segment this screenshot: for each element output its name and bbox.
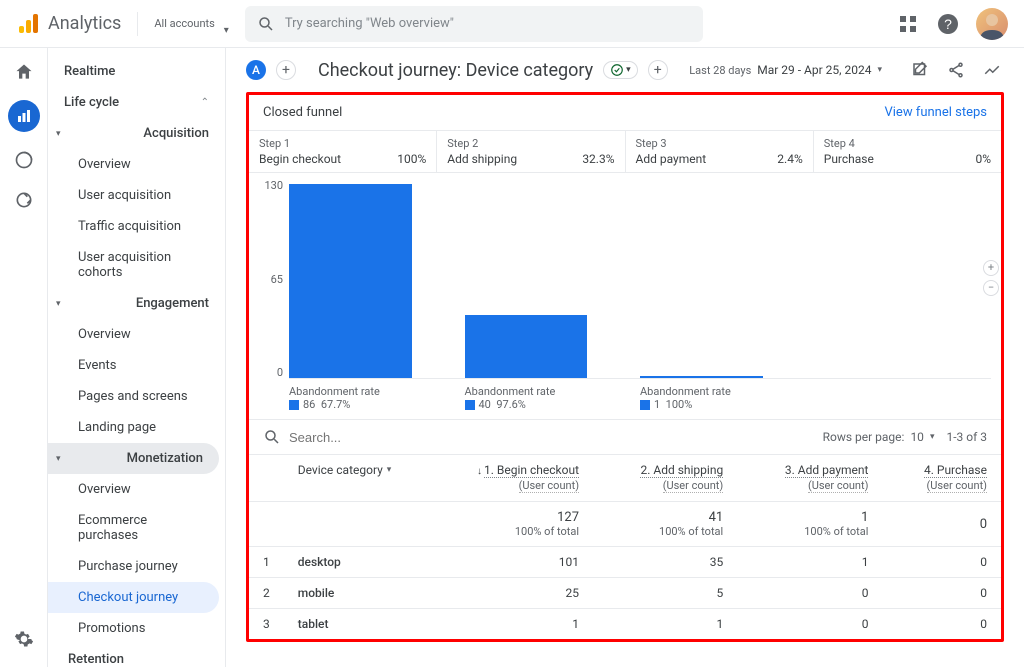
chart-bar <box>289 179 465 378</box>
sidebar-engagement[interactable]: Engagement <box>48 288 225 319</box>
sidebar-acquisition[interactable]: Acquisition <box>48 118 225 149</box>
funnel-step: Step 1Begin checkout100% <box>249 131 437 172</box>
sidebar: Realtime Life cycle⌃ Acquisition Overvie… <box>48 48 226 667</box>
edit-icon[interactable] <box>908 58 932 82</box>
rows-per-page-picker[interactable]: Rows per page:10 <box>823 430 935 444</box>
zoom-in-icon[interactable]: + <box>983 260 999 276</box>
sidebar-realtime[interactable]: Realtime <box>48 56 225 87</box>
view-funnel-steps-link[interactable]: View funnel steps <box>884 105 987 120</box>
advertising-icon[interactable] <box>12 188 36 212</box>
sidebar-retention[interactable]: Retention <box>48 644 225 667</box>
search-bar: Try searching "Web overview" <box>245 6 703 42</box>
sidebar-purchase-journey[interactable]: Purchase journey <box>48 551 225 582</box>
explore-icon[interactable] <box>12 148 36 172</box>
sidebar-user-acq-cohorts[interactable]: User acquisition cohorts <box>48 242 225 288</box>
sidebar-eng-overview[interactable]: Overview <box>48 319 225 350</box>
home-icon[interactable] <box>12 60 36 84</box>
funnel-card: Closed funnel View funnel steps Step 1Be… <box>246 92 1004 642</box>
sidebar-promotions[interactable]: Promotions <box>48 613 225 644</box>
sidebar-mon-overview[interactable]: Overview <box>48 474 225 505</box>
funnel-step: Step 4Purchase0% <box>814 131 1001 172</box>
date-range-picker[interactable]: Last 28 daysMar 29 - Apr 25, 2024 <box>689 63 882 77</box>
totals-row: 127100% of total 41100% of total 1100% o… <box>249 502 1001 547</box>
col-header[interactable]: 2. Add shipping(User count) <box>593 455 737 502</box>
insights-icon[interactable] <box>980 58 1004 82</box>
pagination-range: 1-3 of 3 <box>946 430 987 444</box>
funnel-steps: Step 1Begin checkout100% Step 2Add shipp… <box>249 130 1001 173</box>
share-icon[interactable] <box>944 58 968 82</box>
col-header[interactable]: 3. Add payment(User count) <box>737 455 882 502</box>
zoom-out-icon[interactable]: − <box>983 280 999 296</box>
svg-text:?: ? <box>944 16 952 32</box>
status-chip[interactable]: ▾ <box>603 61 638 79</box>
col-header[interactable]: ↓1. Begin checkout(User count) <box>424 455 593 502</box>
sidebar-traffic-acquisition[interactable]: Traffic acquisition <box>48 211 225 242</box>
table-toolbar: Rows per page:10 1-3 of 3 <box>249 419 1001 454</box>
sidebar-acq-overview[interactable]: Overview <box>48 149 225 180</box>
search-placeholder: Try searching "Web overview" <box>285 16 454 31</box>
page-header: A + Checkout journey: Device category ▾ … <box>226 48 1024 92</box>
sidebar-pages-screens[interactable]: Pages and screens <box>48 381 225 412</box>
search-icon <box>263 428 281 446</box>
sidebar-events[interactable]: Events <box>48 350 225 381</box>
sidebar-monetization[interactable]: Monetization <box>48 443 219 474</box>
sidebar-lifecycle[interactable]: Life cycle⌃ <box>48 87 225 118</box>
dimension-header[interactable]: Device category <box>298 463 410 477</box>
customize-button[interactable]: + <box>648 60 668 80</box>
logo[interactable]: Analytics <box>16 12 121 36</box>
table-row[interactable]: 1desktop1013510 <box>249 547 1001 578</box>
add-comparison-button[interactable]: + <box>276 60 296 80</box>
chart-bar <box>816 179 992 378</box>
funnel-chart: 130 65 0 + − <box>249 173 1001 383</box>
chart-bar <box>640 179 816 378</box>
chevron-down-icon: ▾ <box>626 65 631 75</box>
header-right: ? <box>896 8 1008 40</box>
divider <box>137 12 138 36</box>
check-icon <box>610 63 624 77</box>
nav-rail <box>0 48 48 667</box>
table-row[interactable]: 2mobile25500 <box>249 578 1001 609</box>
search-icon <box>257 15 275 33</box>
abandonment-row: Abandonment rate86 67.7% Abandonment rat… <box>249 383 1001 419</box>
brand-text: Analytics <box>48 13 121 34</box>
analytics-logo-icon <box>16 12 40 36</box>
settings-icon[interactable] <box>12 627 36 651</box>
funnel-title: Closed funnel <box>263 105 342 120</box>
data-table: Device category ↓1. Begin checkout(User … <box>249 454 1001 639</box>
top-header: Analytics All accounts Try searching "We… <box>0 0 1024 48</box>
chart-bar <box>465 179 641 378</box>
chevron-up-icon: ⌃ <box>201 97 209 108</box>
sidebar-checkout-journey[interactable]: Checkout journey <box>48 582 219 613</box>
apps-icon[interactable] <box>896 12 920 36</box>
table-search-input[interactable] <box>289 430 815 445</box>
account-picker[interactable]: All accounts <box>154 17 228 30</box>
table-row[interactable]: 3tablet1100 <box>249 609 1001 640</box>
account-badge[interactable]: A <box>246 60 266 80</box>
funnel-step: Step 3Add payment2.4% <box>626 131 814 172</box>
avatar[interactable] <box>976 8 1008 40</box>
col-header[interactable]: 4. Purchase(User count) <box>882 455 1001 502</box>
account-label: All accounts <box>154 17 214 30</box>
funnel-step: Step 2Add shipping32.3% <box>437 131 625 172</box>
page-title: Checkout journey: Device category <box>318 60 593 81</box>
reports-icon[interactable] <box>8 100 40 132</box>
search-input[interactable]: Try searching "Web overview" <box>245 6 703 42</box>
sidebar-user-acquisition[interactable]: User acquisition <box>48 180 225 211</box>
help-icon[interactable]: ? <box>936 12 960 36</box>
sidebar-ecommerce-purchases[interactable]: Ecommerce purchases <box>48 505 225 551</box>
main: A + Checkout journey: Device category ▾ … <box>226 48 1024 667</box>
sort-down-icon: ↓ <box>477 466 482 477</box>
y-axis: 130 65 0 <box>259 179 289 379</box>
sidebar-landing-page[interactable]: Landing page <box>48 412 225 443</box>
